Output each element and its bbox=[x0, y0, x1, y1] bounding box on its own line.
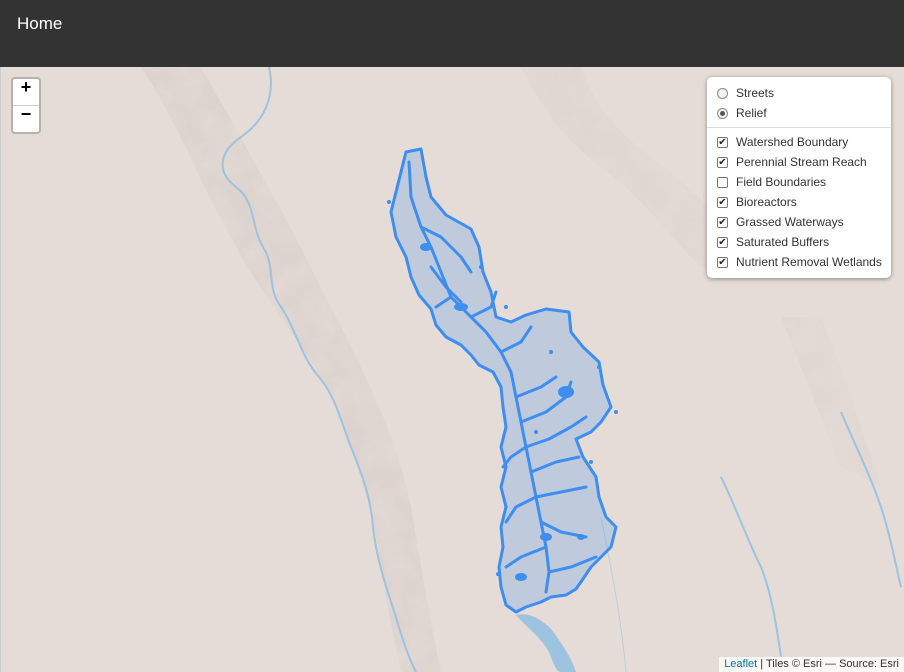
map-attribution: Leaflet | Tiles © Esri — Source: Esri bbox=[719, 657, 904, 672]
base-layer-option-streets[interactable]: Streets bbox=[707, 83, 891, 103]
overlay-label: Nutrient Removal Wetlands bbox=[736, 255, 882, 269]
layers-control: Streets Relief ✔ Watershed Boundary ✔ Perenn… bbox=[707, 77, 891, 278]
base-layer-label: Streets bbox=[736, 86, 775, 100]
checkbox[interactable] bbox=[717, 176, 728, 188]
zoom-in-button[interactable]: + bbox=[13, 79, 39, 106]
checkbox[interactable]: ✔ bbox=[717, 156, 728, 168]
overlay-layer-list: ✔ Watershed Boundary ✔ Perennial Stream Rea… bbox=[707, 132, 891, 272]
checkbox[interactable]: ✔ bbox=[717, 196, 728, 208]
overlay-label: Perennial Stream Reach bbox=[736, 155, 867, 169]
layers-separator bbox=[707, 127, 891, 128]
home-link[interactable]: Home bbox=[17, 14, 62, 34]
map-container[interactable]: + − Streets Relief ✔ Watershed Boundary ✔ Pe… bbox=[0, 67, 904, 672]
base-layer-list: Streets Relief bbox=[707, 83, 891, 123]
overlay-label: Grassed Waterways bbox=[736, 215, 844, 229]
base-layer-option-relief[interactable]: Relief bbox=[707, 103, 891, 123]
checkbox[interactable]: ✔ bbox=[717, 236, 728, 248]
overlay-option-perennial-stream-reach[interactable]: ✔ Perennial Stream Reach bbox=[707, 152, 891, 172]
checkbox[interactable]: ✔ bbox=[717, 136, 728, 148]
radio-button[interactable] bbox=[717, 87, 728, 99]
overlay-option-grassed-waterways[interactable]: ✔ Grassed Waterways bbox=[707, 212, 891, 232]
top-navbar: Home bbox=[0, 0, 904, 67]
overlay-option-saturated-buffers[interactable]: ✔ Saturated Buffers bbox=[707, 232, 891, 252]
overlay-label: Saturated Buffers bbox=[736, 235, 830, 249]
overlay-option-bioreactors[interactable]: ✔ Bioreactors bbox=[707, 192, 891, 212]
overlay-option-nutrient-removal-wetlands[interactable]: ✔ Nutrient Removal Wetlands bbox=[707, 252, 891, 272]
checkbox[interactable]: ✔ bbox=[717, 256, 728, 268]
overlay-label: Field Boundaries bbox=[736, 175, 827, 189]
attribution-text: | Tiles © Esri — Source: Esri bbox=[757, 658, 899, 670]
overlay-label: Watershed Boundary bbox=[736, 135, 849, 149]
base-layer-label: Relief bbox=[736, 106, 767, 120]
zoom-control: + − bbox=[11, 77, 41, 134]
leaflet-link[interactable]: Leaflet bbox=[724, 658, 757, 670]
overlay-option-field-boundaries[interactable]: Field Boundaries bbox=[707, 172, 891, 192]
overlay-label: Bioreactors bbox=[736, 195, 797, 209]
radio-button[interactable] bbox=[717, 107, 728, 119]
overlay-option-watershed-boundary[interactable]: ✔ Watershed Boundary bbox=[707, 132, 891, 152]
zoom-out-button[interactable]: − bbox=[13, 106, 39, 132]
checkbox[interactable]: ✔ bbox=[717, 216, 728, 228]
